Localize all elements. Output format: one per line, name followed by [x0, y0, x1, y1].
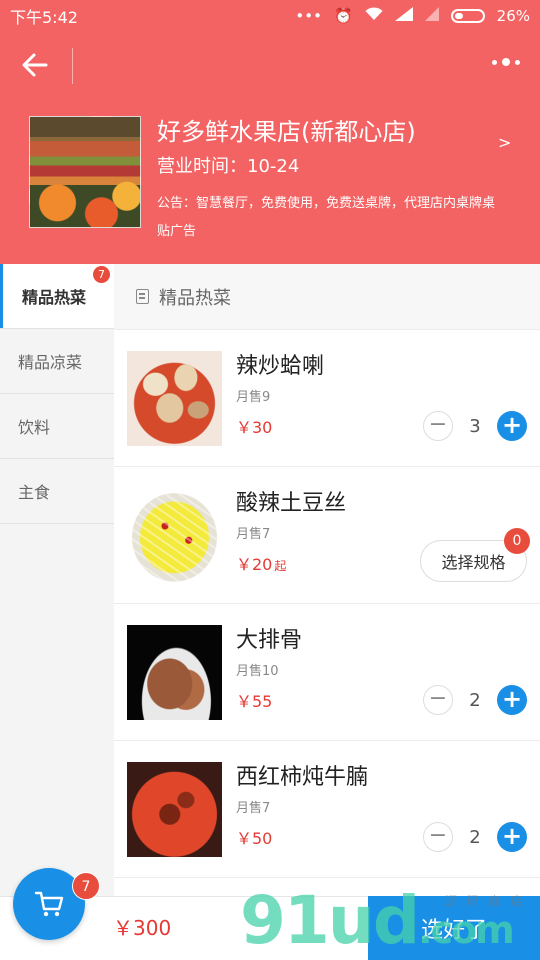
quantity-value: 2 [469, 689, 481, 711]
plus-icon[interactable]: + [497, 685, 527, 715]
watermark-main: 91ud [240, 882, 420, 959]
choose-spec-label: 选择规格 [441, 553, 506, 572]
dish-image [127, 625, 222, 720]
dish-image [127, 488, 222, 583]
sidebar-item-label: 精品凉菜 [18, 353, 83, 372]
cart-count-badge: 7 [72, 872, 100, 900]
battery-percent: 26% [496, 7, 530, 25]
sidebar-item-staples[interactable]: 主食 [0, 459, 114, 524]
dish-name: 西红柿炖牛腩 [236, 765, 369, 790]
nav-divider [72, 48, 73, 84]
list-item[interactable]: 酸辣土豆丝 月售7 ￥20 起 选择规格 0 [114, 467, 540, 604]
sidebar-badge: 7 [93, 266, 110, 283]
dish-price: ￥50 [236, 829, 273, 848]
quantity-value: 3 [469, 415, 481, 437]
sidebar-item-label: 主食 [18, 483, 51, 502]
alarm-icon: ⏰ [333, 7, 353, 25]
dish-price: ￥30 [236, 418, 273, 437]
nav-bar [0, 40, 540, 92]
list-item[interactable]: 西红柿炖牛腩 月售7 ￥50 − 2 + [114, 741, 540, 878]
dish-monthly-sales: 月售7 [236, 801, 271, 816]
dish-name: 酸辣土豆丝 [236, 491, 347, 516]
dish-monthly-sales: 月售7 [236, 527, 271, 542]
status-icons: ••• ⏰ 26% [295, 7, 530, 25]
dish-list: 精品热菜 辣炒蛤喇 月售9 ￥30 − 3 + 酸辣土豆丝 月售7 ￥20 起 选… [114, 264, 540, 896]
back-arrow-icon[interactable] [20, 50, 54, 84]
choose-spec-button[interactable]: 选择规格 0 [420, 528, 530, 582]
dish-name: 辣炒蛤喇 [236, 354, 325, 379]
store-hours: 营业时间：10-24 [157, 156, 300, 177]
dish-price: ￥20 起 [236, 551, 286, 575]
dish-price-value: ￥20 [236, 555, 273, 574]
chevron-right-icon[interactable]: > [498, 133, 511, 152]
sidebar-item-cold-dishes[interactable]: 精品凉菜 [0, 329, 114, 394]
dish-monthly-sales: 月售9 [236, 390, 271, 405]
store-photo [29, 116, 141, 228]
plus-icon[interactable]: + [497, 411, 527, 441]
battery-icon [450, 9, 485, 23]
plus-icon[interactable]: + [497, 822, 527, 852]
signal-icon [394, 7, 413, 25]
quantity-stepper: − 2 + [423, 685, 527, 715]
store-name[interactable]: 好多鲜水果店(新都心店) [157, 112, 416, 147]
minus-icon[interactable]: − [423, 685, 453, 715]
quantity-value: 2 [469, 826, 481, 848]
wifi-icon [365, 7, 383, 25]
store-notice: 公告：智慧餐厅，免费使用，免费送桌牌，代理店内桌牌桌贴广告 [157, 196, 496, 239]
dish-price: ￥55 [236, 692, 273, 711]
section-title: 精品热菜 [159, 287, 231, 309]
dish-price-suffix: 起 [274, 559, 287, 573]
spec-count-badge: 0 [504, 528, 530, 554]
sidebar-item-drinks[interactable]: 饮料 [0, 394, 114, 459]
category-sidebar: 精品热菜 7 精品凉菜 饮料 主食 [0, 264, 114, 896]
dots-icon: ••• [295, 7, 322, 25]
no-sim-icon [424, 7, 439, 25]
cart-total: ￥300 [113, 916, 172, 940]
dish-image [127, 351, 222, 446]
watermark-suffix: .com [418, 908, 515, 952]
dish-name: 大排骨 [236, 628, 303, 653]
store-header: 下午5:42 ••• ⏰ 26% 好多鲜水果店(新都心店) 营业时间：10-24… [0, 0, 540, 264]
dish-monthly-sales: 月售10 [236, 664, 279, 679]
minus-icon[interactable]: − [423, 822, 453, 852]
more-dots-icon[interactable] [492, 58, 520, 66]
quantity-stepper: − 2 + [423, 822, 527, 852]
list-item[interactable]: 大排骨 月售10 ￥55 − 2 + [114, 604, 540, 741]
quantity-stepper: − 3 + [423, 411, 527, 441]
minus-icon[interactable]: − [423, 411, 453, 441]
menu-list-icon [136, 289, 149, 304]
watermark-subtitle: 源 码 商 店 [445, 894, 526, 908]
sidebar-item-hot-dishes[interactable]: 精品热菜 7 [0, 264, 114, 329]
section-header: 精品热菜 [114, 264, 540, 330]
sidebar-item-label: 饮料 [18, 418, 51, 437]
status-time: 下午5:42 [10, 8, 78, 27]
sidebar-item-label: 精品热菜 [22, 288, 87, 307]
dish-image [127, 762, 222, 857]
status-bar: 下午5:42 ••• ⏰ 26% [0, 0, 540, 32]
list-item[interactable]: 辣炒蛤喇 月售9 ￥30 − 3 + [114, 330, 540, 467]
